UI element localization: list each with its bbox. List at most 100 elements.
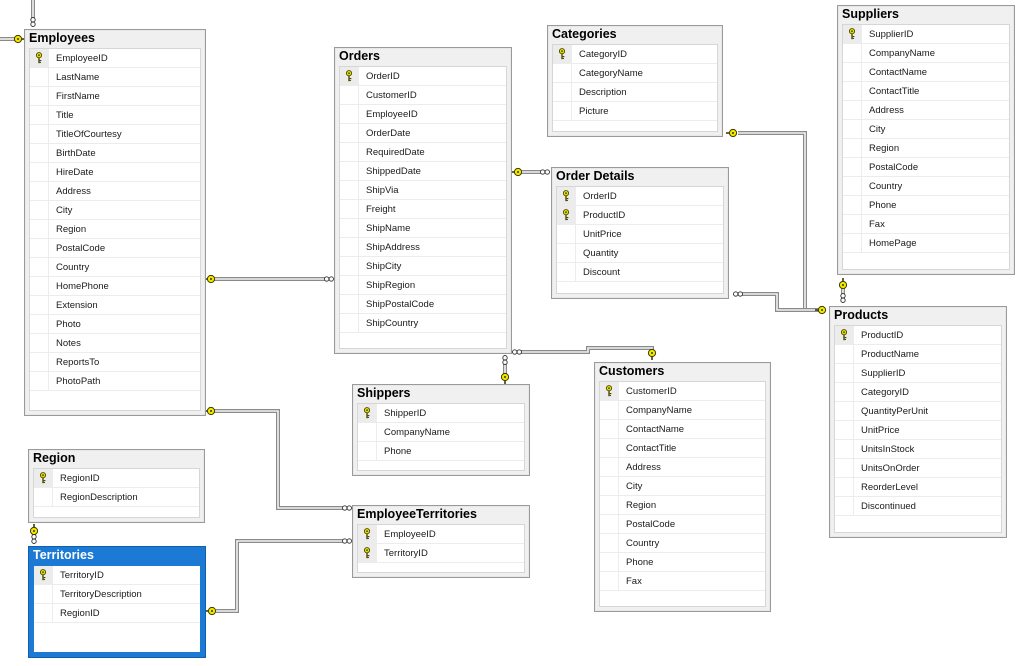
table-categories[interactable]: Categories CategoryID CategoryName Descript… [547,25,723,137]
column-row[interactable]: Fax [843,215,1009,234]
column-row[interactable]: UnitPrice [835,421,1001,440]
column-row[interactable]: Photo [30,315,200,334]
table-title[interactable]: EmployeeTerritories [353,506,529,523]
table-title[interactable]: Customers [595,363,770,380]
column-row[interactable]: Country [600,534,765,553]
column-row[interactable]: TerritoryID [34,566,200,585]
table-title[interactable]: Categories [548,26,722,43]
column-row[interactable]: Discontinued [835,497,1001,516]
table-title[interactable]: Employees [25,30,205,47]
column-row[interactable]: UnitPrice [557,225,723,244]
column-row[interactable]: Discount [557,263,723,282]
column-row[interactable]: RequiredDate [340,143,506,162]
column-row[interactable]: ShipRegion [340,276,506,295]
table-customers[interactable]: Customers CustomerID CompanyName ContactNam… [594,362,771,612]
column-row[interactable]: Address [600,458,765,477]
column-row[interactable]: HomePage [843,234,1009,253]
column-row[interactable]: CategoryID [835,383,1001,402]
table-order-details[interactable]: Order Details OrderID ProductID UnitPrice Qu… [551,167,729,299]
column-row[interactable]: ShipPostalCode [340,295,506,314]
column-row[interactable]: PhotoPath [30,372,200,391]
relationship-territories-employeeterritories[interactable] [216,539,344,613]
column-row[interactable]: HireDate [30,163,200,182]
column-row[interactable]: TerritoryDescription [34,585,200,604]
column-row[interactable]: ShipAddress [340,238,506,257]
column-row[interactable]: PostalCode [30,239,200,258]
column-row[interactable]: Notes [30,334,200,353]
relationship-employees-employeeterritories[interactable] [214,409,344,510]
column-row[interactable]: Region [843,139,1009,158]
column-row[interactable]: ShipCountry [340,314,506,333]
column-row[interactable]: ReorderLevel [835,478,1001,497]
column-row[interactable]: Region [30,220,200,239]
column-row[interactable]: Address [30,182,200,201]
column-row[interactable]: Country [843,177,1009,196]
column-row[interactable]: OrderID [557,187,723,206]
table-title[interactable]: Suppliers [838,6,1014,23]
column-row[interactable]: CategoryID [553,45,717,64]
column-row[interactable]: ContactName [600,420,765,439]
column-row[interactable]: Address [843,101,1009,120]
column-row[interactable]: CompanyName [600,401,765,420]
column-row[interactable]: Picture [553,102,717,121]
table-suppliers[interactable]: Suppliers SupplierID CompanyName ContactNam… [837,5,1015,275]
column-row[interactable]: BirthDate [30,144,200,163]
table-title[interactable]: Shippers [353,385,529,402]
column-row[interactable]: QuantityPerUnit [835,402,1001,421]
column-row[interactable]: Phone [358,442,524,461]
column-row[interactable]: Phone [600,553,765,572]
column-row[interactable]: ReportsTo [30,353,200,372]
table-title[interactable]: Territories [29,547,205,564]
column-row[interactable]: City [843,120,1009,139]
column-row[interactable]: OrderID [340,67,506,86]
table-region[interactable]: Region RegionID RegionDescription [28,449,205,523]
column-row[interactable]: EmployeeID [30,49,200,68]
column-row[interactable]: PostalCode [600,515,765,534]
column-row[interactable]: SupplierID [843,25,1009,44]
column-row[interactable]: UnitsInStock [835,440,1001,459]
table-employees[interactable]: Employees EmployeeID LastName FirstName Titl… [24,29,206,416]
column-row[interactable]: ProductID [835,326,1001,345]
column-row[interactable]: RegionDescription [34,488,199,507]
column-row[interactable]: City [30,201,200,220]
relationship-customers-orders[interactable] [519,346,654,354]
column-row[interactable]: ContactTitle [843,82,1009,101]
column-row[interactable]: Phone [843,196,1009,215]
column-row[interactable]: CompanyName [843,44,1009,63]
table-products[interactable]: Products ProductID ProductName SupplierID Ca… [829,306,1007,538]
column-row[interactable]: ShipName [340,219,506,238]
table-title[interactable]: Region [29,450,204,467]
column-row[interactable]: EmployeeID [340,105,506,124]
column-row[interactable]: Freight [340,200,506,219]
column-row[interactable]: ContactTitle [600,439,765,458]
column-row[interactable]: Title [30,106,200,125]
column-row[interactable]: City [600,477,765,496]
column-row[interactable]: Region [600,496,765,515]
column-row[interactable]: ShipCity [340,257,506,276]
table-title[interactable]: Orders [335,48,511,65]
column-row[interactable]: TitleOfCourtesy [30,125,200,144]
column-row[interactable]: RegionID [34,469,199,488]
column-row[interactable]: CompanyName [358,423,524,442]
column-row[interactable]: Extension [30,296,200,315]
column-row[interactable]: Fax [600,572,765,591]
column-row[interactable]: TerritoryID [358,544,524,563]
table-employee-territories[interactable]: EmployeeTerritories EmployeeID TerritoryID [352,505,530,578]
table-shippers[interactable]: Shippers ShipperID CompanyName Phone [352,384,530,476]
column-row[interactable]: ShipVia [340,181,506,200]
table-orders[interactable]: Orders OrderID CustomerID EmployeeID OrderDa… [334,47,512,354]
column-row[interactable]: EmployeeID [358,525,524,544]
column-row[interactable]: CategoryName [553,64,717,83]
column-row[interactable]: HomePhone [30,277,200,296]
column-row[interactable]: OrderDate [340,124,506,143]
column-row[interactable]: ProductName [835,345,1001,364]
column-row[interactable]: Country [30,258,200,277]
column-row[interactable]: SupplierID [835,364,1001,383]
column-row[interactable]: ShipperID [358,404,524,423]
column-row[interactable]: Description [553,83,717,102]
column-row[interactable]: CustomerID [340,86,506,105]
table-territories[interactable]: Territories TerritoryID TerritoryDescripti… [28,546,206,658]
relationship-categories-products[interactable] [738,131,820,312]
column-row[interactable]: ShippedDate [340,162,506,181]
column-row[interactable]: LastName [30,68,200,87]
